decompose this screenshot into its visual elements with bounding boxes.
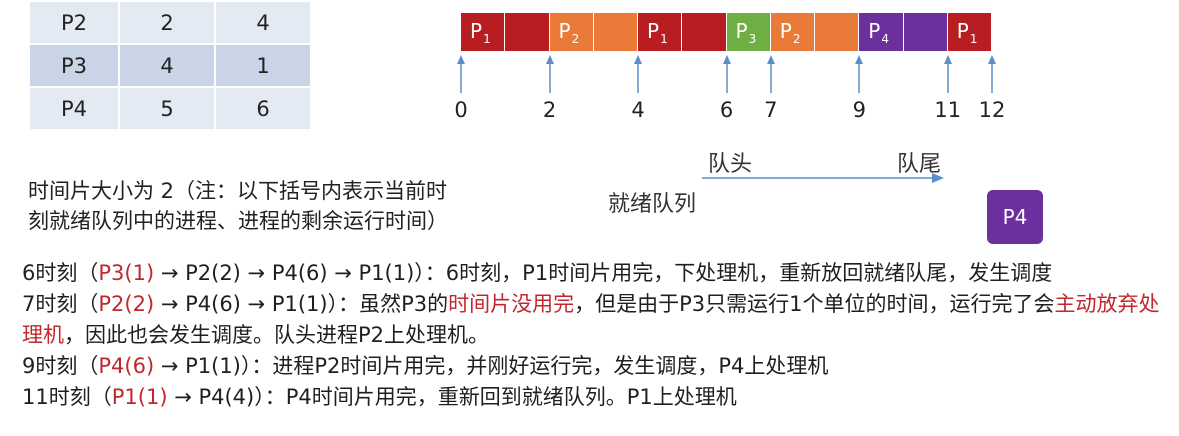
- gantt-segment: P4: [859, 13, 904, 51]
- text-span: → P4(6) → P1(1)）：虽然P3的: [154, 292, 449, 316]
- text-span: 7时刻（: [22, 292, 99, 316]
- ready-queue-label: 就绪队列: [608, 192, 697, 217]
- text-span: 9时刻（: [22, 354, 99, 378]
- text-span: → P4(4)）：P4时间片用完，重新回到就绪队列。P1上处理机: [167, 385, 737, 409]
- time-label: 9: [852, 98, 866, 122]
- segment-label: P2: [779, 18, 801, 46]
- table-cell: 4: [118, 43, 216, 88]
- table-row: P2 2 4: [28, 0, 312, 45]
- explanation-line-9: 9时刻（P4(6) → P1(1)）：进程P2时间片用完，并刚好运行完，发生调度…: [22, 351, 1167, 382]
- table-cell: 5: [118, 86, 216, 131]
- gantt-segment: P1: [461, 13, 506, 51]
- gantt-segment: P1: [638, 13, 683, 51]
- text-span: 6时刻（: [22, 261, 99, 285]
- table-row: P4 5 6: [28, 86, 312, 131]
- table-cell: P2: [28, 0, 120, 45]
- note-line: 刻就绪队列中的进程、进程的剩余运行时间）: [28, 209, 448, 233]
- segment-label: P1: [956, 18, 978, 46]
- time-label: 6: [719, 98, 734, 122]
- table-cell: P4: [28, 86, 120, 131]
- explanation-line-11: 11时刻（P1(1) → P4(4)）：P4时间片用完，重新回到就绪队列。P1上…: [22, 382, 1167, 413]
- segment-label: P1: [470, 18, 491, 46]
- text-span: → P1(1)）：进程P2时间片用完，并刚好运行完，发生调度，P4上处理机: [154, 354, 829, 378]
- time-arrow-icon: [988, 55, 996, 93]
- time-arrow-icon: [943, 55, 952, 93]
- time-arrow-icon: [634, 55, 642, 93]
- segment-label: P3: [735, 18, 757, 46]
- text-span: → P2(2) → P4(6) → P1(1)）：6时刻，P1时间片用完，下处理…: [154, 261, 1053, 285]
- process-table: P2 2 4 P3 4 1 P4 5 6: [28, 0, 312, 131]
- note: 时间片大小为 2（注：以下括号内表示当前时 刻就绪队列中的进程、进程的剩余运行时…: [28, 176, 448, 236]
- gantt-segment: P1: [947, 13, 992, 51]
- highlight-span: P2(2): [98, 292, 155, 316]
- text-span: 11时刻（: [22, 385, 112, 409]
- table-cell: 6: [214, 86, 312, 131]
- time-arrow-icon: [457, 55, 465, 93]
- highlight-span: P1(1): [111, 385, 168, 409]
- time-arrow-icon: [545, 55, 554, 93]
- time-label: 4: [631, 98, 645, 122]
- gantt-segment: [593, 13, 638, 51]
- segment-label: P4: [868, 18, 889, 46]
- highlight-span: P4(6): [98, 354, 155, 378]
- table-row: P3 4 1: [28, 43, 312, 88]
- time-label: 12: [978, 98, 1006, 122]
- queue-arrow: [702, 173, 944, 183]
- segment-label: P2: [558, 18, 580, 46]
- queue-item-p4: P4: [987, 190, 1043, 244]
- time-label: 11: [934, 98, 962, 122]
- text-span: ，因此也会发生调度。队头进程P2上处理机。: [64, 323, 490, 347]
- gantt-segment: [903, 13, 948, 51]
- time-arrow-icon: [855, 55, 864, 93]
- segment-label: P1: [647, 18, 668, 46]
- time-label: 7: [764, 98, 778, 122]
- time-label: 0: [454, 98, 468, 122]
- gantt-chart: P1 P2 P1 P3 P2 P4 P1: [461, 13, 992, 51]
- table-cell: P3: [28, 43, 120, 88]
- time-label: 2: [542, 98, 557, 122]
- table-cell: 1: [214, 43, 312, 88]
- time-arrow-icon: [766, 55, 775, 93]
- text-span: ，但是由于P3只需运行1个单位的时间，运行完了会: [574, 292, 1055, 316]
- time-arrow-icon: [722, 55, 731, 93]
- explanation-line-6: 6时刻（P3(1) → P2(2) → P4(6) → P1(1)）：6时刻，P…: [22, 258, 1167, 289]
- gantt-segment: [505, 13, 550, 51]
- explanation-line-7: 7时刻（P2(2) → P4(6) → P1(1)）：虽然P3的时间片没用完，但…: [22, 289, 1167, 351]
- gantt-segment: P3: [726, 13, 771, 51]
- gantt-segment: [815, 13, 860, 51]
- explanation: 6时刻（P3(1) → P2(2) → P4(6) → P1(1)）：6时刻，P…: [22, 258, 1167, 413]
- highlight-span: 时间片没用完: [448, 292, 575, 316]
- gantt-segment: [682, 13, 727, 51]
- table-cell: 4: [214, 0, 312, 45]
- gantt-segment: P2: [549, 13, 594, 51]
- highlight-span: P3(1): [98, 261, 155, 285]
- gantt-segment: P2: [770, 13, 815, 51]
- note-line: 时间片大小为 2（注：以下括号内表示当前时: [28, 179, 448, 203]
- table-cell: 2: [118, 0, 216, 45]
